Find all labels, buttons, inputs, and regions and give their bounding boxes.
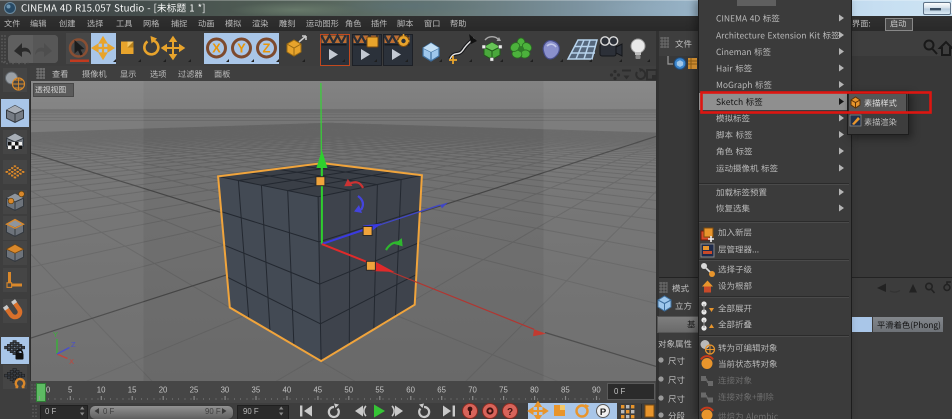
svg-text:15: 15 <box>128 386 137 395</box>
svg-text:20: 20 <box>159 386 168 395</box>
svg-text:P: P <box>600 407 607 418</box>
svg-text:90: 90 <box>592 386 601 395</box>
svg-text:90 F: 90 F <box>243 407 259 416</box>
svg-text:60: 60 <box>406 386 415 395</box>
svg-text:Y: Y <box>237 41 246 56</box>
svg-text:0: 0 <box>46 386 51 395</box>
svg-text:0 F: 0 F <box>614 387 626 396</box>
svg-text:Z: Z <box>263 41 271 56</box>
svg-text:55: 55 <box>375 386 384 395</box>
svg-text:70: 70 <box>468 386 477 395</box>
svg-text:30: 30 <box>221 386 230 395</box>
svg-text:5: 5 <box>68 386 73 395</box>
svg-text:85: 85 <box>561 386 570 395</box>
svg-text:25: 25 <box>190 386 199 395</box>
svg-text:10: 10 <box>97 386 106 395</box>
svg-text:80: 80 <box>530 386 539 395</box>
svg-text:35: 35 <box>252 386 261 395</box>
svg-text:40: 40 <box>283 386 292 395</box>
svg-text:75: 75 <box>499 386 508 395</box>
svg-text:50: 50 <box>344 386 353 395</box>
svg-text:0 F: 0 F <box>103 407 115 416</box>
svg-text:65: 65 <box>437 386 446 395</box>
svg-text:45: 45 <box>313 386 322 395</box>
svg-text:0 F: 0 F <box>45 407 57 416</box>
svg-text:90 F: 90 F <box>205 407 221 416</box>
svg-text:?: ? <box>507 407 513 418</box>
svg-text:X: X <box>212 41 221 56</box>
